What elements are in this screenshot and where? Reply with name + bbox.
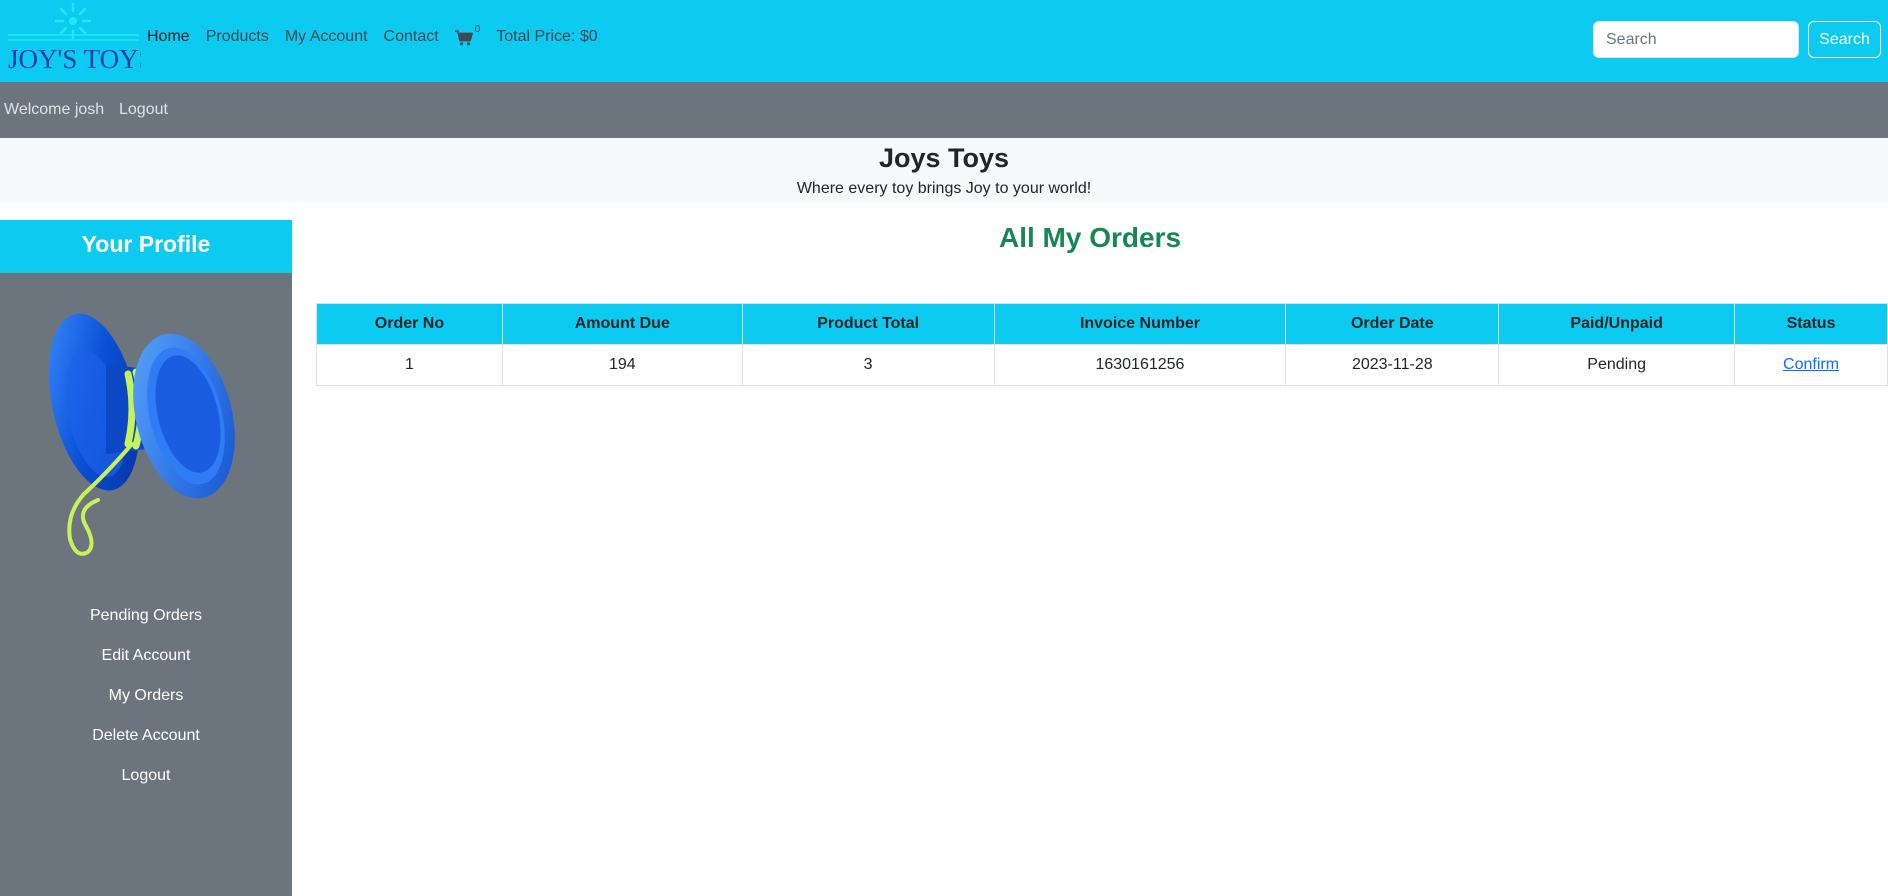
column-header: Amount Due	[501, 303, 743, 345]
confirm-order-link[interactable]: Confirm	[1783, 356, 1839, 373]
site-title: Joys Toys	[878, 143, 1010, 173]
nav-my-account-link[interactable]: My Account	[285, 28, 368, 46]
sidebar-item-my-orders[interactable]: My Orders	[0, 676, 292, 716]
invoice-number-cell: 1630161256	[993, 344, 1287, 386]
column-header: Order No	[316, 303, 503, 345]
product-total-cell: 3	[741, 344, 995, 386]
column-header: Product Total	[741, 303, 995, 345]
column-header: Order Date	[1285, 303, 1500, 345]
profile-menu: Pending Orders Edit Account My Orders De…	[0, 596, 292, 796]
table-row: 1 194 3 1630161256 2023-11-28 Pending Co…	[316, 344, 1888, 386]
joys-toys-logo[interactable]: JOY'S TOYS	[6, 2, 141, 76]
nav-contact-link[interactable]: Contact	[384, 28, 439, 46]
status-cell: Confirm	[1734, 344, 1888, 386]
order-no-cell: 1	[316, 344, 503, 386]
logout-link[interactable]: Logout	[119, 101, 168, 119]
user-bar: Welcome josh Logout	[0, 82, 1888, 138]
orders-table: Order No Amount Due Product Total Invoic…	[316, 303, 1888, 386]
nav-links: Home Products My Account Contact 0 Total…	[147, 24, 598, 46]
cart-count-badge: 0	[474, 24, 481, 35]
top-navbar: JOY'S TOYS Home Products My Account Cont…	[0, 0, 1888, 82]
nav-products-link[interactable]: Products	[206, 28, 269, 46]
search-input[interactable]	[1593, 21, 1799, 58]
nav-home-link[interactable]: Home	[147, 28, 190, 46]
svg-text:JOY'S TOYS: JOY'S TOYS	[8, 44, 141, 74]
profile-sidebar: Your Profile Pending Orders Edit Account…	[0, 220, 292, 896]
search-button[interactable]: Search	[1808, 21, 1881, 58]
order-date-cell: 2023-11-28	[1285, 344, 1500, 386]
column-header: Status	[1734, 303, 1888, 345]
column-header: Invoice Number	[993, 303, 1287, 345]
amount-due-cell: 194	[501, 344, 743, 386]
total-price-text: Total Price: $0	[496, 28, 598, 45]
sidebar-item-pending-orders[interactable]: Pending Orders	[0, 596, 292, 636]
page-title: All My Orders	[998, 222, 1182, 253]
cart-link[interactable]: 0	[454, 24, 480, 46]
cart-icon	[454, 30, 473, 46]
column-header: Paid/Unpaid	[1498, 303, 1736, 345]
sidebar-item-logout[interactable]: Logout	[0, 756, 292, 796]
table-header-row: Order No Amount Due Product Total Invoic…	[316, 303, 1888, 345]
profile-heading: Your Profile	[0, 220, 292, 273]
site-tagline: Where every toy brings Joy to your world…	[796, 180, 1092, 197]
payment-status-cell: Pending	[1498, 344, 1736, 386]
welcome-text: Welcome josh	[4, 101, 105, 118]
site-header: Joys Toys Where every toy brings Joy to …	[0, 138, 1888, 203]
sidebar-item-delete-account[interactable]: Delete Account	[0, 716, 292, 756]
yoyo-profile-image	[48, 313, 235, 556]
sidebar-item-edit-account[interactable]: Edit Account	[0, 636, 292, 676]
